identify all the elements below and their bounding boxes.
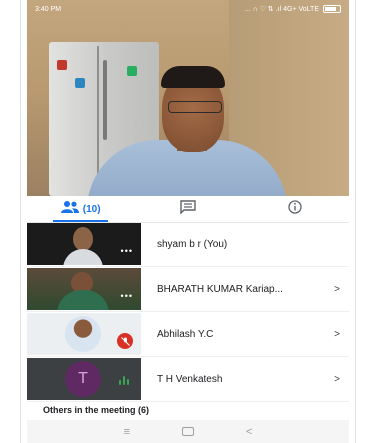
- participant-torso: [57, 290, 109, 310]
- more-options-icon[interactable]: •••: [121, 291, 133, 301]
- speaker-hair: [161, 66, 225, 88]
- tab-info[interactable]: [242, 196, 349, 222]
- participant-name: Abhilash Y.C: [157, 328, 214, 340]
- audio-level-bar: [127, 379, 129, 385]
- fridge-magnet: [57, 60, 67, 70]
- audio-level-bar: [119, 380, 121, 385]
- participant-row[interactable]: Abhilash Y.C >: [27, 312, 349, 357]
- more-options-icon[interactable]: •••: [121, 246, 133, 256]
- chevron-right-icon[interactable]: >: [325, 284, 349, 295]
- participant-photo: [65, 316, 101, 352]
- phone-screen: 3:40 PM ... ∩ ♡ ⇅ .ıl 4G+ VoLTE (10) •••…: [20, 0, 356, 443]
- avatar: T: [65, 361, 101, 397]
- participant-name: BHARATH KUMAR Kariap...: [157, 283, 283, 295]
- participant-avatar-thumbnail: T: [27, 358, 141, 400]
- back-icon[interactable]: <: [246, 426, 252, 438]
- participant-name: T H Venkatesh: [157, 373, 223, 385]
- meeting-tabs: (10): [27, 196, 349, 223]
- tab-people-count: (10): [82, 203, 101, 215]
- info-icon: [288, 199, 302, 219]
- participant-torso: [63, 249, 103, 265]
- fridge-handle: [103, 60, 107, 140]
- participant-row[interactable]: ••• shyam b r (You): [27, 222, 349, 267]
- status-indicators: ... ∩ ♡ ⇅ .ıl 4G+ VoLTE: [245, 5, 341, 13]
- participant-video-thumbnail: •••: [27, 223, 141, 265]
- status-signal-text: ... ∩ ♡ ⇅ .ıl 4G+ VoLTE: [244, 6, 319, 13]
- fridge-magnet: [75, 78, 85, 88]
- fridge-magnet: [127, 66, 137, 76]
- main-video-feed[interactable]: [27, 0, 349, 196]
- participant-avatar-thumbnail: [27, 313, 141, 355]
- system-navigation-bar: ≡ <: [27, 420, 349, 443]
- tab-people[interactable]: (10): [27, 196, 134, 222]
- battery-icon: [323, 5, 341, 13]
- participant-video-thumbnail: •••: [27, 268, 141, 310]
- mic-muted-icon: [117, 333, 133, 349]
- participant-face: [73, 227, 93, 251]
- participant-name: shyam b r (You): [157, 238, 228, 250]
- status-time: 3:40 PM: [35, 5, 62, 13]
- home-icon[interactable]: [181, 427, 194, 436]
- tab-chat[interactable]: [134, 196, 241, 222]
- chat-icon: [180, 199, 196, 219]
- people-icon: [60, 200, 79, 218]
- others-section-heading: Others in the meeting (6): [43, 405, 150, 415]
- chevron-right-icon[interactable]: >: [325, 374, 349, 385]
- participant-list: ••• shyam b r (You) ••• BHARATH KUMAR Ka…: [27, 222, 349, 402]
- speaker-glasses: [168, 101, 222, 113]
- menu-icon[interactable]: ≡: [124, 426, 130, 438]
- speaking-indicator-icon: [119, 375, 129, 385]
- status-bar: 3:40 PM ... ∩ ♡ ⇅ .ıl 4G+ VoLTE: [27, 0, 349, 18]
- participant-row[interactable]: ••• BHARATH KUMAR Kariap... >: [27, 267, 349, 312]
- audio-level-bar: [123, 376, 125, 385]
- participant-row[interactable]: T T H Venkatesh >: [27, 357, 349, 402]
- chevron-right-icon[interactable]: >: [325, 329, 349, 340]
